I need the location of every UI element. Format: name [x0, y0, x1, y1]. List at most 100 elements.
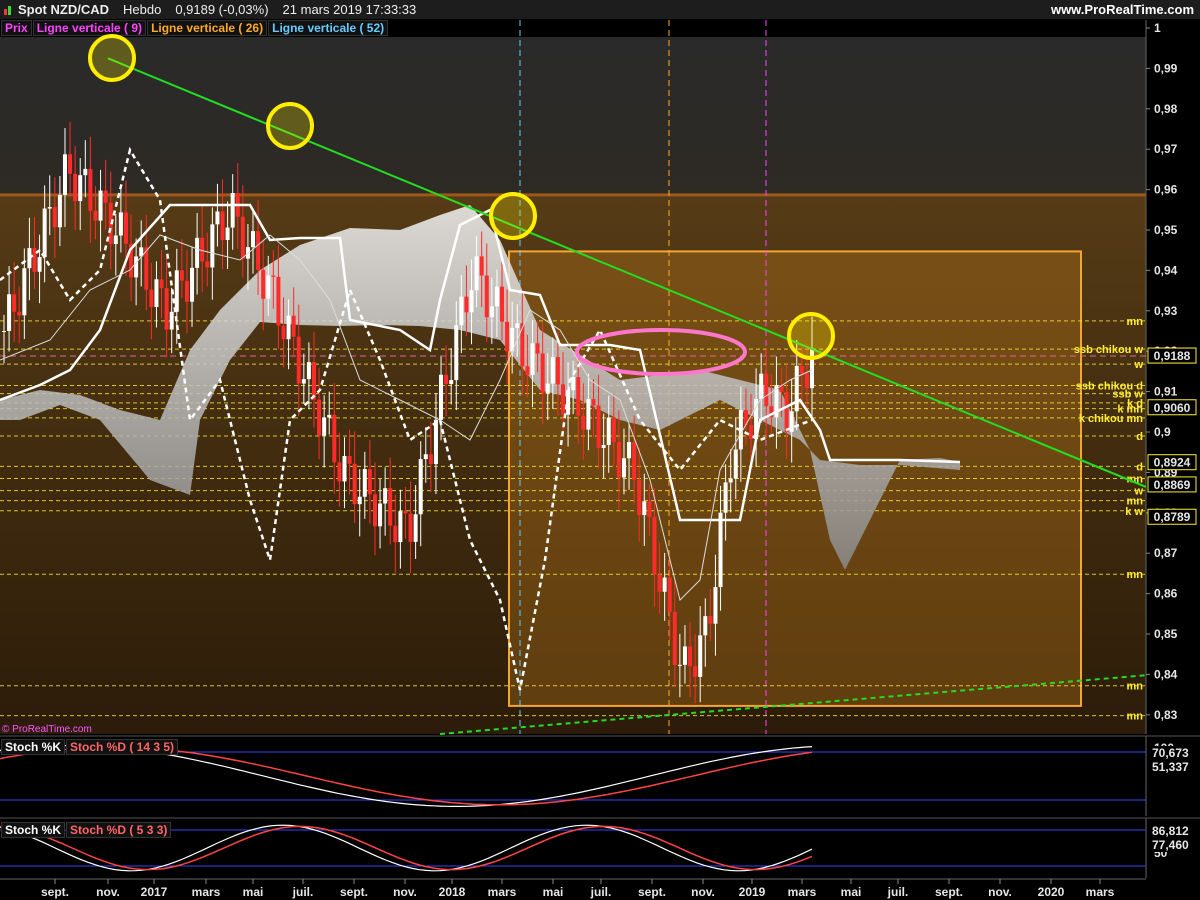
candle-body — [611, 417, 616, 442]
candle-body — [261, 269, 266, 299]
candle-body — [433, 419, 438, 465]
candle-body — [794, 365, 799, 412]
stoch-d-value: 77,460 — [1152, 838, 1189, 852]
candle-body — [530, 343, 535, 375]
candle-body — [301, 379, 306, 384]
candle-body — [118, 212, 123, 236]
candle-body — [337, 462, 342, 482]
y-tick-label: 0,98 — [1154, 102, 1178, 116]
candle-body — [47, 207, 52, 209]
candle-body — [454, 325, 459, 381]
level-label: k w — [1125, 506, 1143, 518]
level-label: mn — [1127, 316, 1144, 328]
x-tick-label: sept. — [41, 885, 69, 899]
candle-body — [764, 373, 769, 407]
candle-body — [291, 315, 296, 337]
candle-body — [88, 168, 93, 211]
candle-body — [444, 374, 449, 385]
watermark: © ProRealTime.com — [2, 724, 92, 735]
candle-body — [190, 267, 195, 302]
candle-body — [469, 290, 474, 313]
candle-body — [332, 414, 337, 463]
candle-body — [286, 315, 291, 340]
y-tick-label: 0,83 — [1154, 708, 1178, 722]
y-tick-label: 0,94 — [1154, 263, 1178, 277]
candle-body — [408, 513, 413, 542]
candle-body — [423, 454, 428, 460]
candle-body — [103, 190, 108, 203]
price-panel: mnssb chikou wwssb chikou dssb wk dk mnk… — [0, 20, 1200, 735]
level-label: d — [1136, 461, 1143, 473]
candle-body — [322, 417, 327, 436]
stoch-k-label-2[interactable]: Stoch %K — [1, 822, 66, 838]
candle-body — [723, 482, 728, 513]
candle-body — [596, 405, 601, 448]
candle-body — [164, 288, 169, 330]
price-label-text: 0,8869 — [1154, 478, 1191, 492]
candle-body — [728, 478, 733, 483]
candle-body — [784, 391, 789, 432]
level-label: mn — [1127, 681, 1144, 693]
stoch-d-label[interactable]: Stoch %D ( 14 3 5) — [66, 739, 179, 755]
candle-body — [525, 366, 530, 375]
candle-body — [169, 311, 174, 330]
y-tick-label: 0,91 — [1154, 385, 1178, 399]
x-tick-label: mai — [543, 885, 564, 899]
candle-body — [179, 270, 184, 281]
x-tick-label: 2020 — [1038, 885, 1065, 899]
candle-body — [225, 227, 230, 240]
candle-body — [520, 323, 525, 367]
candle-body — [535, 343, 540, 354]
highlight-circle — [266, 102, 314, 150]
stoch-d-label-2[interactable]: Stoch %D ( 5 3 3) — [66, 822, 172, 838]
x-tick-label: mai — [243, 885, 264, 899]
candle-body — [606, 417, 611, 445]
candle-body — [586, 399, 591, 430]
candle-body — [505, 321, 510, 352]
y-tick-label: 1 — [1154, 21, 1161, 35]
candle-body — [713, 587, 718, 624]
candle-body — [662, 577, 667, 592]
level-label: ssb chikou w — [1074, 344, 1144, 356]
stoch-5-3-3-legend: Stoch %K Stoch %D ( 5 3 3) — [1, 822, 172, 838]
candle-body — [317, 399, 322, 436]
candle-body — [367, 469, 372, 495]
candle-body — [703, 616, 708, 636]
x-tick-label: juil. — [292, 885, 314, 899]
stoch-k-label[interactable]: Stoch %K — [1, 739, 66, 755]
candle-body — [184, 280, 189, 302]
candle-body — [403, 511, 408, 514]
x-tick-label: 2018 — [439, 885, 466, 899]
x-tick-label: 2019 — [739, 885, 766, 899]
candle-body — [672, 611, 677, 666]
candle-body — [642, 501, 647, 516]
candle-body — [398, 511, 403, 543]
x-axis: sept. nov. 2017 mars mai juil. sept. nov. 2018 ma… — [0, 878, 1200, 900]
level-label: k chikou mn — [1079, 413, 1143, 425]
price-label-text: 0,9188 — [1154, 349, 1191, 363]
x-tick-label: juil. — [590, 885, 612, 899]
candle-body — [195, 237, 200, 268]
candle-body — [378, 503, 383, 527]
x-tick-label: nov. — [96, 885, 120, 899]
candle-body — [306, 362, 311, 380]
price-chart[interactable]: mnssb chikou wwssb chikou dssb wk dk mnk… — [0, 0, 1200, 900]
candle-body — [804, 373, 809, 389]
candle-body — [652, 516, 657, 575]
candle-body — [276, 276, 281, 326]
stoch-k-value: 86,812 — [1152, 824, 1189, 838]
candle-body — [347, 456, 352, 464]
stoch-14-3-5-legend: Stoch %K Stoch %D ( 14 3 5) — [1, 739, 179, 755]
candle-body — [545, 383, 550, 394]
candle-body — [149, 289, 154, 308]
candle-body — [388, 488, 393, 526]
candle-body — [22, 268, 27, 316]
candle-body — [134, 256, 139, 278]
candle-body — [352, 463, 357, 505]
candle-body — [759, 373, 764, 399]
candle-body — [627, 442, 632, 459]
stoch-5-3-3-panel: 5086,81277,460 — [0, 817, 1200, 878]
highlight-circle — [489, 192, 537, 240]
candle-body — [576, 377, 581, 416]
candle-body — [667, 577, 672, 612]
